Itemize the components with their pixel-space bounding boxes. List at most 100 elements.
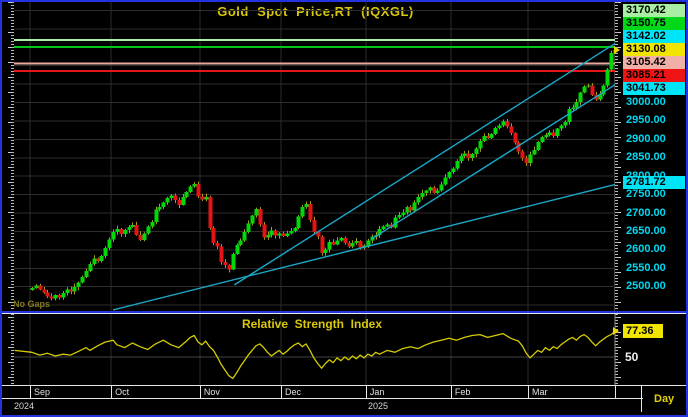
candle — [116, 229, 120, 232]
price-tick-label: 2700.00 — [626, 207, 684, 220]
candle — [290, 231, 294, 233]
candle — [263, 224, 267, 237]
candle — [62, 293, 66, 297]
candle — [533, 150, 537, 154]
candle — [39, 286, 43, 290]
candle — [510, 126, 514, 133]
candle — [548, 133, 552, 135]
candle — [255, 209, 259, 216]
price-scale[interactable]: 3000.002950.002900.002850.002800.002750.… — [622, 2, 686, 311]
candle — [274, 230, 278, 235]
candle — [124, 230, 128, 234]
candle — [456, 161, 460, 168]
month-tick — [451, 385, 452, 398]
month-tick — [30, 385, 31, 398]
price-tick-label: 3000.00 — [626, 96, 684, 109]
candle — [402, 213, 406, 215]
candle — [50, 297, 54, 299]
price-tick-label: 2850.00 — [626, 151, 684, 164]
candle — [131, 225, 135, 227]
candle — [174, 196, 178, 200]
candle — [193, 184, 197, 187]
price-tick-label: 2650.00 — [626, 225, 684, 238]
candle — [267, 235, 271, 238]
candle — [421, 193, 425, 197]
timeframe-label[interactable]: Day — [654, 393, 674, 405]
candle — [436, 191, 440, 193]
axis-divider-mid — [2, 398, 643, 399]
candle — [568, 109, 572, 122]
candle — [463, 154, 467, 156]
candle — [209, 197, 213, 228]
rsi-title: Relative Strength Index — [62, 317, 562, 331]
candle — [467, 154, 471, 158]
candle — [305, 204, 309, 207]
candle — [128, 227, 132, 230]
candle — [297, 216, 301, 227]
candle — [560, 125, 564, 128]
candle — [610, 53, 614, 70]
candle — [100, 256, 104, 261]
candle — [382, 226, 386, 229]
candle — [556, 129, 560, 136]
candle — [460, 156, 464, 161]
candle — [471, 154, 475, 158]
candle — [205, 197, 209, 200]
candle — [502, 122, 506, 126]
candle — [259, 209, 263, 224]
month-tick — [281, 385, 282, 398]
candle — [73, 287, 77, 291]
candle — [301, 207, 305, 217]
candle — [294, 228, 298, 231]
candle — [155, 209, 159, 222]
candle — [575, 102, 579, 107]
rsi-scale: 77.36 50 — [622, 314, 686, 385]
candle — [425, 191, 429, 193]
candle — [413, 202, 417, 210]
candle — [120, 229, 124, 234]
candle — [514, 133, 518, 142]
candle — [228, 265, 232, 269]
candle — [224, 262, 228, 265]
candle — [572, 107, 576, 108]
candle — [579, 93, 583, 103]
candle — [104, 248, 108, 256]
price-flag: 3142.02 — [623, 30, 685, 43]
candle — [564, 122, 568, 125]
candle — [178, 200, 182, 205]
price-flag: 3085.21 — [623, 69, 685, 82]
candle — [239, 241, 243, 245]
candle — [151, 222, 155, 226]
candle — [35, 286, 39, 288]
axis-edge-tick — [615, 385, 616, 398]
candle — [583, 87, 587, 93]
candle — [506, 122, 510, 127]
candle — [66, 290, 70, 293]
candle — [89, 264, 93, 271]
date-axis[interactable]: SepOctNovDecJanFebMar 20242025 Day — [2, 385, 686, 415]
candle — [498, 125, 502, 128]
candle — [46, 293, 50, 297]
candle — [490, 134, 494, 138]
candle — [58, 295, 62, 297]
price-tick-label: 2750.00 — [626, 188, 684, 201]
price-tick-label: 2550.00 — [626, 262, 684, 275]
candle — [313, 220, 317, 232]
price-chart-canvas[interactable] — [2, 2, 622, 311]
candle — [587, 86, 591, 87]
candle — [81, 277, 85, 283]
price-tick-label: 2600.00 — [626, 243, 684, 256]
candle — [43, 289, 47, 292]
candle — [529, 154, 533, 162]
chart-window: Gold Spot Price,RT (IQXGL) No Gaps 3000.… — [0, 0, 688, 417]
candle — [332, 242, 336, 244]
candle — [212, 228, 216, 243]
candle — [220, 247, 224, 262]
candle — [475, 149, 479, 155]
month-label: Feb — [455, 387, 471, 397]
price-flag: 3150.75 — [623, 17, 685, 30]
candle — [552, 133, 556, 136]
candle — [351, 243, 355, 247]
month-label: Mar — [532, 387, 548, 397]
rsi-mid-label: 50 — [625, 350, 638, 364]
